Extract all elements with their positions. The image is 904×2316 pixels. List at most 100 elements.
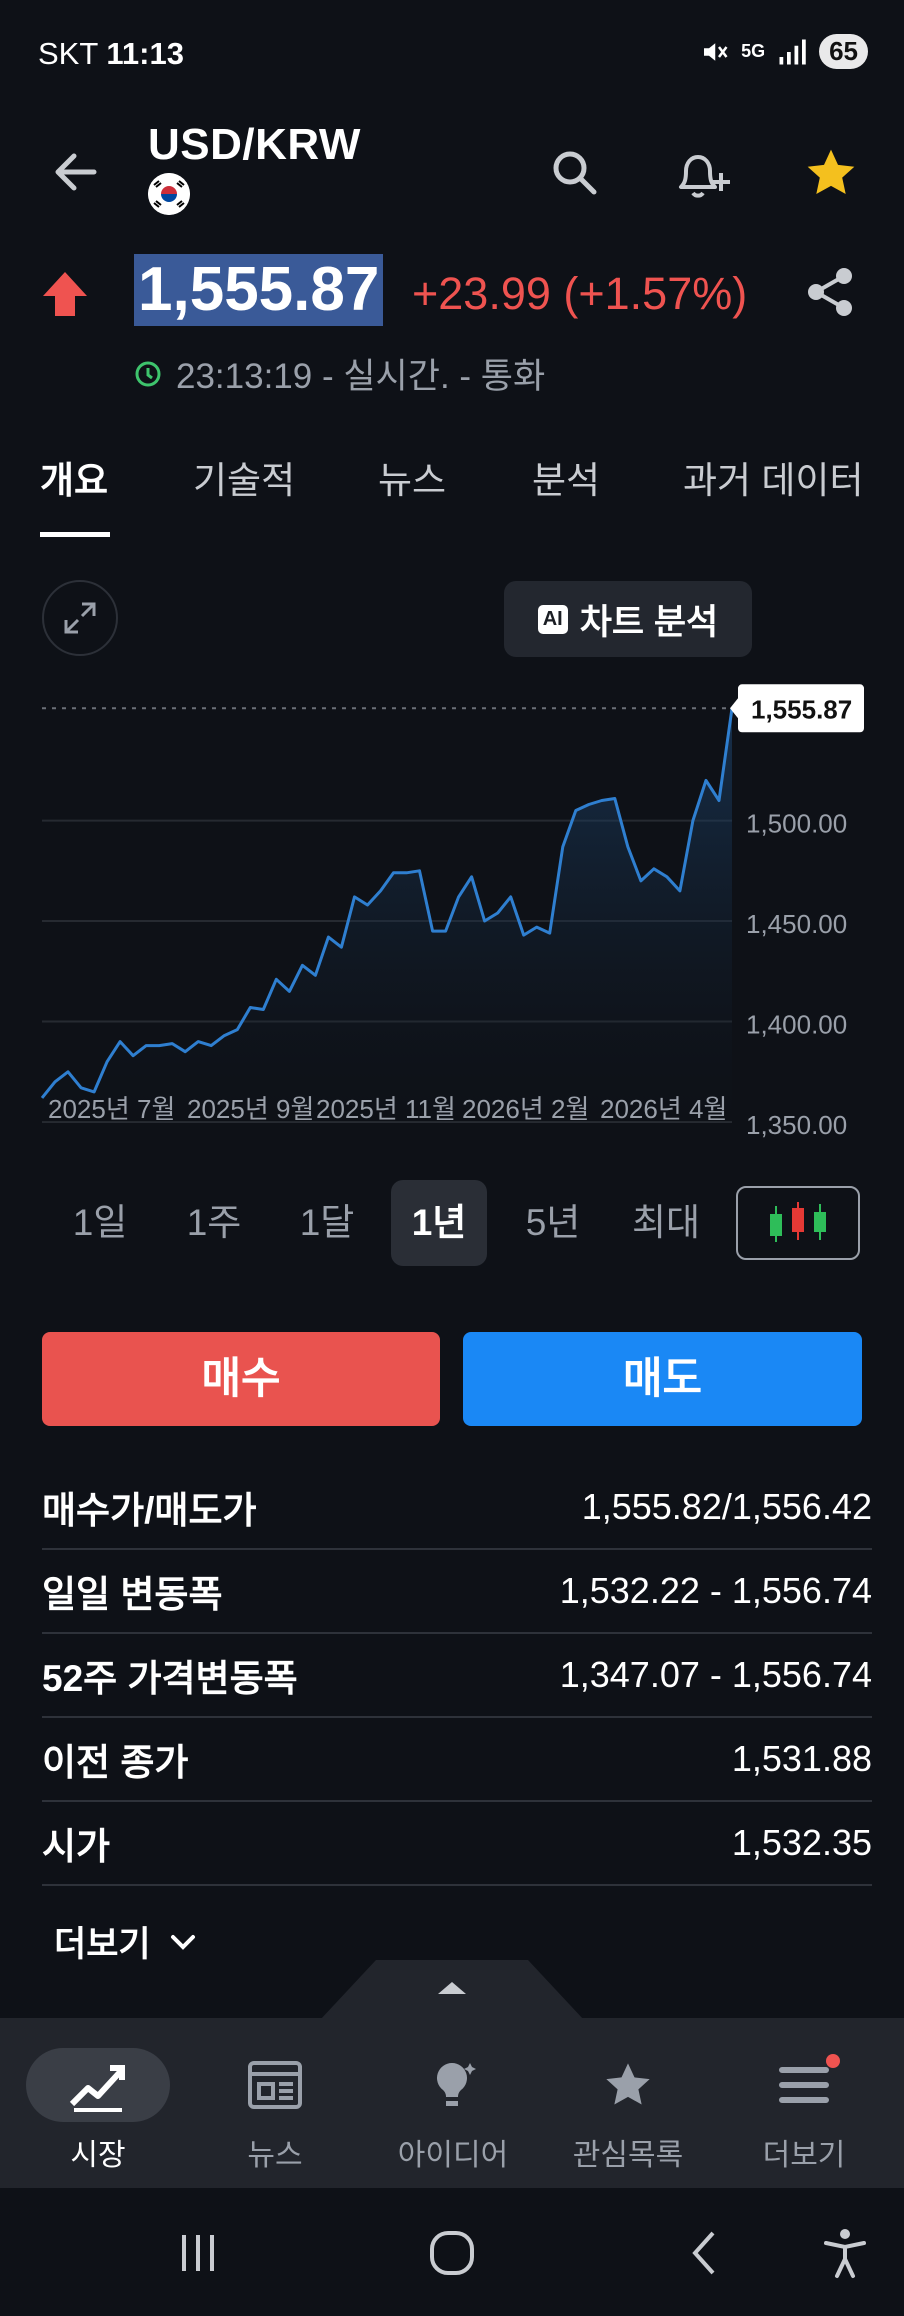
page-title: USD/KRW bbox=[148, 120, 361, 169]
tab-historical-data[interactable]: 과거 데이터 bbox=[683, 450, 863, 504]
y-tick-label: 1,350.00 bbox=[746, 1110, 847, 1140]
stat-value: 1,555.82/1,556.42 bbox=[581, 1486, 872, 1527]
watchlist-star-button[interactable] bbox=[796, 138, 866, 208]
y-tick-label: 1,400.00 bbox=[746, 1010, 847, 1040]
accessibility-icon bbox=[824, 2229, 866, 2278]
share-icon bbox=[808, 268, 852, 316]
tab-technical[interactable]: 기술적 bbox=[193, 450, 295, 504]
bell-plus-icon bbox=[679, 155, 730, 198]
stat-value: 1,532.22 - 1,556.74 bbox=[559, 1570, 872, 1611]
ai-chart-analysis-label: 차트 분석 bbox=[579, 602, 719, 642]
stat-value: 1,532.35 bbox=[731, 1822, 872, 1863]
price-area bbox=[42, 708, 732, 1122]
range-1m[interactable]: 1달 bbox=[279, 1180, 375, 1266]
lightbulb-icon bbox=[383, 2048, 523, 2122]
nav-label: 아이디어 bbox=[397, 2139, 509, 2172]
x-tick-label: 2025년 7월 bbox=[48, 1094, 175, 1124]
stat-row-open: 시가 1,532.35 bbox=[42, 1802, 872, 1886]
tab-bar: 개요 기술적 뉴스 분석 과거 데이터 bbox=[0, 440, 904, 540]
y-tick-label: 1,500.00 bbox=[746, 809, 847, 839]
battery-indicator: 65 bbox=[819, 34, 868, 69]
range-1d[interactable]: 1일 bbox=[52, 1180, 148, 1266]
quote-meta-text: 23:13:19 - 실시간. - 통화 bbox=[176, 357, 546, 396]
range-1y[interactable]: 1년 bbox=[391, 1180, 487, 1266]
menu-icon bbox=[734, 2048, 874, 2122]
stat-label: 매수가/매도가 bbox=[42, 1490, 257, 1531]
star-icon bbox=[807, 149, 855, 194]
expand-panel-handle[interactable] bbox=[320, 1958, 584, 2020]
status-icons: 5G 65 bbox=[699, 34, 868, 69]
candlestick-toggle-button[interactable] bbox=[736, 1186, 860, 1260]
recent-apps-button[interactable] bbox=[163, 2218, 233, 2288]
stat-row-day-range: 일일 변동폭 1,532.22 - 1,556.74 bbox=[42, 1550, 872, 1634]
search-icon bbox=[553, 151, 597, 195]
nav-label: 뉴스 bbox=[247, 2139, 303, 2172]
arrow-left-icon bbox=[55, 153, 97, 191]
stats-table: 매수가/매도가 1,555.82/1,556.42 일일 변동폭 1,532.2… bbox=[42, 1466, 872, 1886]
current-price: 1,555.87 bbox=[134, 254, 384, 326]
nav-label: 관심목록 bbox=[572, 2139, 684, 2172]
network-label: 5G bbox=[741, 41, 766, 61]
show-more-button[interactable]: 더보기 bbox=[54, 1916, 197, 1967]
price-up-arrow-icon bbox=[40, 270, 90, 323]
nav-news[interactable]: 뉴스 bbox=[205, 2048, 345, 2174]
expand-chart-button[interactable] bbox=[42, 580, 118, 656]
stat-value: 1,531.88 bbox=[731, 1738, 872, 1779]
clock-icon bbox=[135, 361, 161, 386]
system-back-button[interactable] bbox=[670, 2218, 740, 2288]
tab-analysis[interactable]: 분석 bbox=[532, 450, 600, 504]
star-icon bbox=[558, 2048, 698, 2122]
range-1w[interactable]: 1주 bbox=[166, 1180, 262, 1266]
home-icon bbox=[430, 2231, 474, 2275]
x-tick-label: 2025년 11월 bbox=[316, 1094, 456, 1124]
sell-button[interactable]: 매도 bbox=[463, 1332, 862, 1426]
ai-badge-icon: AI bbox=[537, 604, 568, 634]
nav-watchlist[interactable]: 관심목록 bbox=[558, 2048, 698, 2174]
back-button[interactable] bbox=[40, 138, 112, 210]
stat-label: 시가 bbox=[42, 1826, 111, 1867]
clock: 11:13 bbox=[106, 36, 184, 71]
add-alert-button[interactable] bbox=[668, 138, 738, 208]
x-tick-label: 2025년 9월 bbox=[187, 1094, 314, 1124]
search-button[interactable] bbox=[540, 138, 610, 208]
expand-icon bbox=[64, 602, 96, 634]
home-button[interactable] bbox=[417, 2218, 487, 2288]
nav-more[interactable]: 더보기 bbox=[734, 2048, 874, 2174]
nav-ideas[interactable]: 아이디어 bbox=[383, 2048, 523, 2174]
stat-row-prev-close: 이전 종가 1,531.88 bbox=[42, 1718, 872, 1802]
accessibility-button[interactable] bbox=[810, 2218, 880, 2288]
signal-icon bbox=[779, 39, 806, 64]
candlestick-icon bbox=[770, 1202, 826, 1242]
share-button[interactable] bbox=[800, 262, 870, 332]
status-carrier-time: SKT 11:13 bbox=[38, 36, 184, 72]
tab-overview[interactable]: 개요 bbox=[40, 450, 108, 504]
price-change: +23.99 (+1.57%) bbox=[412, 268, 748, 319]
newspaper-icon bbox=[205, 2048, 345, 2122]
carrier-label: SKT bbox=[38, 36, 98, 71]
chevron-left-icon bbox=[692, 2231, 715, 2275]
buy-button[interactable]: 매수 bbox=[42, 1332, 440, 1426]
status-bar: SKT 11:13 5G 65 bbox=[0, 0, 904, 110]
x-tick-label: 2026년 2월 bbox=[462, 1094, 589, 1124]
last-price-label: 1,555.87 bbox=[751, 694, 852, 724]
stat-row-bid-ask: 매수가/매도가 1,555.82/1,556.42 bbox=[42, 1466, 872, 1550]
system-nav-bar bbox=[0, 2188, 904, 2316]
bottom-nav: 시장 뉴스 아이디어 관심목록 더보기 bbox=[0, 2018, 904, 2188]
tab-news[interactable]: 뉴스 bbox=[378, 450, 446, 504]
x-tick-label: 2026년 4월 bbox=[600, 1094, 727, 1124]
stat-row-52w-range: 52주 가격변동폭 1,347.07 - 1,556.74 bbox=[42, 1634, 872, 1718]
chart-trend-icon bbox=[26, 2048, 170, 2122]
range-selector: 1일 1주 1달 1년 5년 최대 bbox=[0, 1180, 904, 1270]
range-5y[interactable]: 5년 bbox=[505, 1180, 601, 1266]
recent-apps-icon bbox=[182, 2235, 214, 2271]
notification-dot bbox=[826, 2054, 840, 2068]
nav-market[interactable]: 시장 bbox=[26, 2048, 170, 2174]
stat-value: 1,347.07 - 1,556.74 bbox=[559, 1654, 872, 1695]
stat-label: 52주 가격변동폭 bbox=[42, 1658, 298, 1699]
quote-meta: 23:13:19 - 실시간. - 통화 bbox=[134, 348, 545, 399]
korea-flag-icon bbox=[148, 173, 190, 215]
ai-chart-analysis-button[interactable]: AI 차트 분석 bbox=[504, 581, 752, 657]
price-chart[interactable]: 1,500.00 1,450.00 1,400.00 1,350.00 1,555.87… bbox=[0, 680, 904, 1150]
nav-label: 시장 bbox=[70, 2139, 126, 2172]
range-max[interactable]: 최대 bbox=[618, 1180, 714, 1266]
